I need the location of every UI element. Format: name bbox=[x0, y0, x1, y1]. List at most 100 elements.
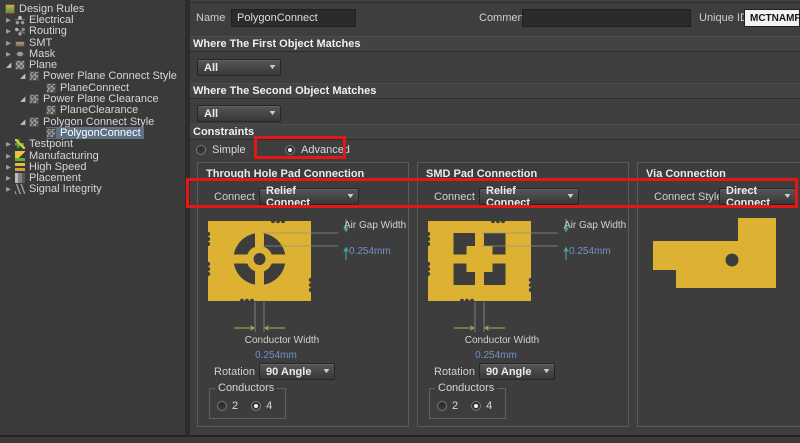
connect-style-dropdown[interactable]: Direct Connect▼ bbox=[719, 188, 796, 205]
name-label: Name bbox=[196, 12, 225, 24]
plane-icon bbox=[15, 60, 25, 70]
smd-pad-connection-panel: SMD Pad Connection Connect Style Relief … bbox=[417, 162, 629, 427]
chevron-expanded-icon[interactable]: ◢ bbox=[20, 118, 29, 126]
radio-selected-icon[interactable] bbox=[285, 145, 295, 155]
chevron-expanded-icon[interactable]: ◢ bbox=[20, 72, 29, 80]
tree-item-polygonconnect[interactable]: PolygonConnect bbox=[0, 127, 185, 138]
chevron-right-icon[interactable]: ▶ bbox=[6, 174, 15, 182]
second-object-scope-dropdown[interactable]: All▼ bbox=[197, 105, 281, 122]
chevron-down-icon: ▼ bbox=[268, 64, 278, 71]
unique-id-field[interactable]: MCTNAMFK bbox=[744, 9, 800, 27]
design-rules-tree: Design Rules ▶ Electrical ▶ Routing ▶ SM… bbox=[0, 0, 185, 435]
chevron-right-icon[interactable]: ▶ bbox=[6, 16, 15, 24]
panel-title: Through Hole Pad Connection bbox=[206, 168, 364, 180]
conductors-4-radio[interactable] bbox=[251, 401, 261, 411]
chevron-right-icon[interactable]: ▶ bbox=[6, 39, 15, 47]
conductors-2-radio[interactable] bbox=[217, 401, 227, 411]
rule-icon bbox=[29, 71, 39, 81]
chevron-right-icon[interactable]: ▶ bbox=[6, 185, 15, 193]
first-object-matches-header: Where The First Object Matches bbox=[190, 36, 800, 52]
chevron-right-icon[interactable]: ▶ bbox=[6, 27, 15, 35]
conductor-width-value: 0.254mm bbox=[222, 350, 330, 361]
chevron-down-icon: ▼ bbox=[566, 193, 576, 200]
chevron-expanded-icon[interactable]: ◢ bbox=[6, 61, 15, 69]
electrical-icon bbox=[15, 15, 25, 25]
chevron-down-icon: ▼ bbox=[542, 368, 552, 375]
via-connection-panel: Via Connection Connect Style Direct Conn… bbox=[637, 162, 800, 427]
tree-item-signal-integrity[interactable]: ▶ Signal Integrity bbox=[0, 184, 185, 195]
air-gap-width-label: Air Gap Width bbox=[564, 220, 626, 231]
chevron-down-icon: ▼ bbox=[346, 193, 356, 200]
second-object-matches-header: Where The Second Object Matches bbox=[190, 83, 800, 99]
chevron-expanded-icon[interactable]: ◢ bbox=[20, 95, 29, 103]
air-gap-width-value: 0.254mm bbox=[349, 246, 391, 257]
tree-item-power-plane-clearance[interactable]: ◢ Power Plane Clearance bbox=[0, 93, 185, 104]
connect-style-dropdown[interactable]: Relief Connect▼ bbox=[259, 188, 359, 205]
tree-item-power-plane-connect-style[interactable]: ◢ Power Plane Connect Style bbox=[0, 71, 185, 82]
rotation-dropdown[interactable]: 90 Angle▼ bbox=[479, 363, 555, 380]
signal-integrity-icon bbox=[15, 184, 25, 194]
rotation-label: Rotation bbox=[214, 366, 255, 378]
comment-label: Comment bbox=[479, 12, 527, 24]
conductors-label: Conductors bbox=[435, 382, 497, 394]
tree-item-label: Design Rules bbox=[19, 3, 84, 15]
chevron-right-icon[interactable]: ▶ bbox=[6, 140, 15, 148]
chevron-down-icon: ▼ bbox=[783, 193, 793, 200]
rotation-label: Rotation bbox=[434, 366, 475, 378]
tree-item-design-rules[interactable]: Design Rules bbox=[0, 3, 185, 14]
tree-item-smt[interactable]: ▶ SMT bbox=[0, 37, 185, 48]
air-gap-width-label: Air Gap Width bbox=[344, 220, 406, 231]
simple-radio[interactable]: Simple bbox=[196, 144, 246, 156]
name-input[interactable]: PolygonConnect bbox=[231, 9, 356, 27]
connect-style-dropdown[interactable]: Relief Connect▼ bbox=[479, 188, 579, 205]
conductor-width-label: Conductor Width bbox=[222, 335, 342, 346]
first-object-scope-dropdown[interactable]: All▼ bbox=[197, 59, 281, 76]
tree-item-mask[interactable]: ▶ Mask bbox=[0, 48, 185, 59]
through-hole-pad-connection-panel: Through Hole Pad Connection Connect Styl… bbox=[197, 162, 409, 427]
chevron-right-icon[interactable]: ▶ bbox=[6, 163, 15, 171]
rotation-dropdown[interactable]: 90 Angle▼ bbox=[259, 363, 335, 380]
tree-item-planeclearance[interactable]: PlaneClearance bbox=[0, 105, 185, 116]
rule-icon bbox=[29, 94, 39, 104]
tree-item-routing[interactable]: ▶ Routing bbox=[0, 26, 185, 37]
unique-id-label: Unique ID bbox=[699, 12, 748, 24]
tree-item-plane[interactable]: ◢ Plane bbox=[0, 59, 185, 70]
tree-item-high-speed[interactable]: ▶ High Speed bbox=[0, 161, 185, 172]
placement-icon bbox=[15, 173, 25, 183]
conductors-group: Conductors 2 4 bbox=[429, 388, 506, 419]
rule-icon bbox=[46, 83, 56, 93]
via-direct-connect-diagram bbox=[638, 216, 799, 346]
divider bbox=[190, 2, 800, 3]
air-gap-width-value: 0.254mm bbox=[569, 246, 611, 257]
chevron-right-icon[interactable]: ▶ bbox=[6, 152, 15, 160]
advanced-radio[interactable]: Advanced bbox=[285, 144, 350, 156]
tree-item-manufacturing[interactable]: ▶ Manufacturing bbox=[0, 150, 185, 161]
window-bottom-edge bbox=[0, 435, 800, 443]
tree-item-planeconnect[interactable]: PlaneConnect bbox=[0, 82, 185, 93]
chevron-down-icon: ▼ bbox=[322, 368, 332, 375]
rule-icon bbox=[29, 117, 39, 127]
manufacturing-icon bbox=[15, 151, 25, 161]
testpoint-icon bbox=[15, 139, 25, 149]
folder-icon bbox=[5, 4, 15, 14]
tree-item-polygon-connect-style[interactable]: ◢ Polygon Connect Style bbox=[0, 116, 185, 127]
connect-style-label: Connect Style bbox=[654, 191, 722, 203]
conductor-width-label: Conductor Width bbox=[442, 335, 562, 346]
tree-item-placement[interactable]: ▶ Placement bbox=[0, 172, 185, 183]
conductors-2-radio[interactable] bbox=[437, 401, 447, 411]
panel-title: SMD Pad Connection bbox=[426, 168, 537, 180]
tree-item-testpoint[interactable]: ▶ Testpoint bbox=[0, 139, 185, 150]
radio-icon[interactable] bbox=[196, 145, 206, 155]
high-speed-icon bbox=[15, 162, 25, 172]
conductors-group: Conductors 2 4 bbox=[209, 388, 286, 419]
comment-input[interactable] bbox=[522, 9, 691, 27]
mask-icon bbox=[15, 49, 25, 59]
rule-icon bbox=[46, 128, 56, 138]
conductors-4-radio[interactable] bbox=[471, 401, 481, 411]
constraints-header: Constraints bbox=[190, 124, 800, 140]
smt-icon bbox=[15, 41, 25, 47]
conductor-width-value: 0.254mm bbox=[442, 350, 550, 361]
chevron-right-icon[interactable]: ▶ bbox=[6, 50, 15, 58]
tree-item-electrical[interactable]: ▶ Electrical bbox=[0, 14, 185, 25]
chevron-down-icon: ▼ bbox=[268, 110, 278, 117]
